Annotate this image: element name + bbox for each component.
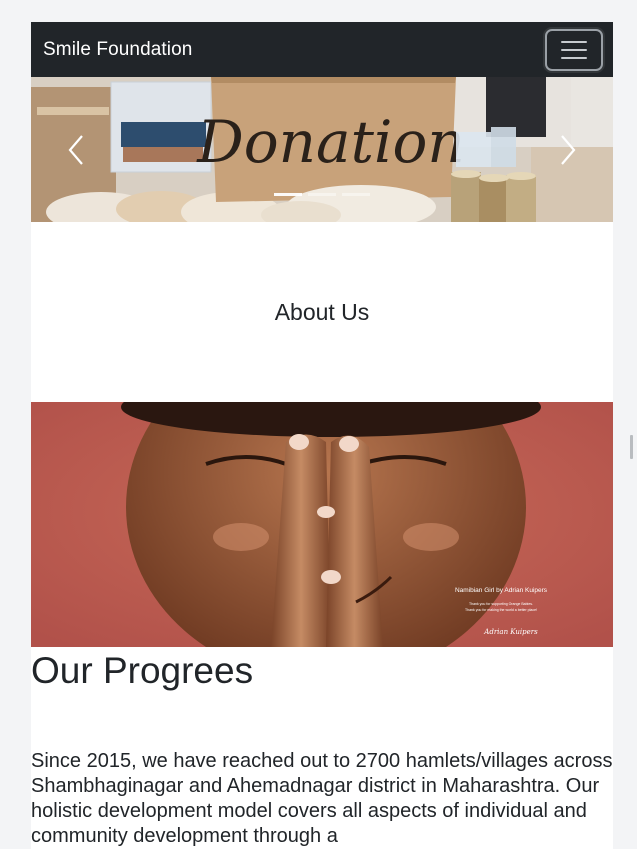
donation-slide-image: Donation: [31, 77, 613, 222]
navbar-toggle-button[interactable]: [545, 28, 603, 71]
progress-heading: Our Progrees: [31, 650, 254, 691]
hero-caption-title: Namibian Girl by Adrian Kuipers: [455, 587, 548, 594]
chevron-left-icon: [68, 134, 83, 165]
image-carousel: Donation: [31, 77, 613, 222]
hero-image: Namibian Girl by Adrian Kuipers Thank yo…: [31, 402, 613, 647]
praying-girl-photo: Namibian Girl by Adrian Kuipers Thank yo…: [31, 402, 613, 647]
navbar: Smile Foundation: [31, 22, 613, 77]
hero-caption-line2: Thank you for making the world a better …: [465, 608, 537, 612]
page-viewport: Smile Foundation Donation About Us Namib…: [31, 22, 613, 849]
navbar-brand[interactable]: Smile Foundation: [43, 39, 192, 61]
page-scrollbar[interactable]: [630, 435, 633, 459]
donation-sign-text: Donation: [196, 108, 465, 176]
carousel-indicator-3[interactable]: [342, 193, 370, 196]
hero-signature: Adrian Kuipers: [483, 628, 538, 636]
carousel-next-button[interactable]: [548, 125, 588, 175]
carousel-prev-button[interactable]: [56, 125, 96, 175]
progress-paragraph: Since 2015, we have reached out to 2700 …: [31, 750, 613, 847]
chevron-right-icon: [561, 134, 576, 165]
carousel-indicators: [31, 193, 613, 196]
hero-caption-line1: Thank you for supporting Orange Babies.: [469, 602, 533, 606]
about-section: About Us: [31, 222, 613, 402]
hamburger-icon: [561, 40, 587, 43]
carousel-indicator-1[interactable]: [274, 193, 302, 196]
about-heading: About Us: [274, 298, 370, 325]
carousel-indicator-2[interactable]: [308, 193, 336, 196]
